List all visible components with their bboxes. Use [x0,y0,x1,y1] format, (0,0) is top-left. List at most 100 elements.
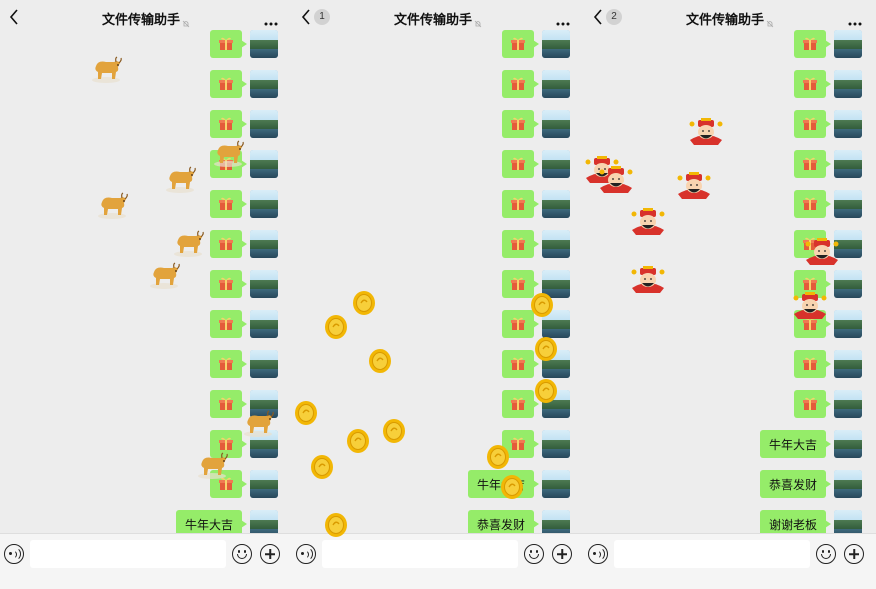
avatar[interactable] [250,70,278,98]
plus-icon[interactable] [844,544,864,564]
avatar[interactable] [834,390,862,418]
coin-icon [352,290,376,316]
gift-message-bubble[interactable] [502,230,539,258]
avatar[interactable] [834,430,862,458]
ox-icon [88,54,124,84]
gift-message-bubble[interactable] [210,310,247,338]
gift-icon [219,397,233,410]
avatar[interactable] [542,110,570,138]
avatar[interactable] [250,470,278,498]
avatar[interactable] [834,190,862,218]
message-row [794,30,862,58]
avatar[interactable] [542,230,570,258]
text-message-bubble[interactable]: 恭喜发财 [759,470,832,498]
ox-icon [240,408,276,438]
gift-message-bubble[interactable] [210,30,247,58]
gift-message-bubble[interactable] [794,150,831,178]
gift-icon [511,317,525,330]
avatar[interactable] [834,70,862,98]
avatar[interactable] [834,150,862,178]
top-bar: 2 文件传输助手 [584,0,876,34]
avatar[interactable] [542,30,570,58]
message-row [210,310,278,338]
gift-icon [803,397,817,410]
gift-message-bubble[interactable] [210,350,247,378]
avatar[interactable] [542,150,570,178]
gift-message-bubble[interactable] [502,350,539,378]
gift-message-bubble[interactable] [502,30,539,58]
more-dots-icon[interactable] [556,12,570,26]
ox-icon [210,138,246,168]
avatar[interactable] [834,270,862,298]
gift-message-bubble[interactable] [210,110,247,138]
gift-message-bubble[interactable] [794,350,831,378]
input-bar [292,533,584,589]
emoji-icon[interactable] [232,544,252,564]
avatar[interactable] [542,470,570,498]
message-input[interactable] [614,540,810,568]
gift-message-bubble[interactable] [794,110,831,138]
emoji-icon[interactable] [816,544,836,564]
avatar[interactable] [250,190,278,218]
plus-icon[interactable] [260,544,280,564]
avatar[interactable] [250,230,278,258]
avatar[interactable] [542,430,570,458]
avatar[interactable] [834,470,862,498]
more-dots-icon[interactable] [848,12,862,26]
avatar[interactable] [250,350,278,378]
gift-message-bubble[interactable] [502,110,539,138]
voice-icon[interactable] [296,544,316,564]
gift-icon [511,117,525,130]
screens: 文件传输助手 牛年大吉 1 文件传输助手 牛年大吉 恭喜发财 2 文件传输助手 … [0,0,876,589]
gift-icon [219,37,233,50]
gift-message-bubble[interactable] [502,70,539,98]
chat-title-text: 文件传输助手 [101,13,180,28]
god-icon [630,208,666,236]
gift-message-bubble[interactable] [794,390,831,418]
gift-icon [219,117,233,130]
avatar[interactable] [834,30,862,58]
gift-message-bubble[interactable] [210,230,247,258]
text-message-bubble[interactable]: 牛年大吉 [759,430,832,458]
message-input[interactable] [30,540,226,568]
gift-icon [219,437,233,450]
avatar[interactable] [250,270,278,298]
chat-screen-1: 文件传输助手 牛年大吉 [0,0,292,589]
message-row [794,150,862,178]
gift-message-bubble[interactable] [794,30,831,58]
input-bar [584,533,876,589]
avatar[interactable] [250,150,278,178]
coin-icon [530,292,554,318]
gift-message-bubble[interactable] [794,190,831,218]
ox-icon [170,228,206,258]
gift-message-bubble[interactable] [210,70,247,98]
gift-message-bubble[interactable] [210,270,247,298]
chat-title: 文件传输助手 [0,9,292,28]
avatar[interactable] [834,350,862,378]
gift-message-bubble[interactable] [794,70,831,98]
gift-icon [219,317,233,330]
avatar[interactable] [542,190,570,218]
message-input[interactable] [322,540,518,568]
gift-message-bubble[interactable] [502,390,539,418]
avatar[interactable] [542,70,570,98]
coin-icon [346,428,370,454]
gift-message-bubble[interactable] [210,190,247,218]
avatar[interactable] [834,110,862,138]
gift-message-bubble[interactable] [502,190,539,218]
message-row [502,70,570,98]
avatar[interactable] [250,310,278,338]
avatar[interactable] [834,310,862,338]
avatar[interactable] [250,110,278,138]
gift-message-bubble[interactable] [210,390,247,418]
plus-icon[interactable] [552,544,572,564]
avatar[interactable] [250,30,278,58]
gift-icon [219,77,233,90]
more-dots-icon[interactable] [264,12,278,26]
voice-icon[interactable] [588,544,608,564]
emoji-icon[interactable] [524,544,544,564]
voice-icon[interactable] [4,544,24,564]
coin-icon [534,336,558,362]
chat-title: 文件传输助手 [292,9,584,28]
gift-message-bubble[interactable] [502,150,539,178]
